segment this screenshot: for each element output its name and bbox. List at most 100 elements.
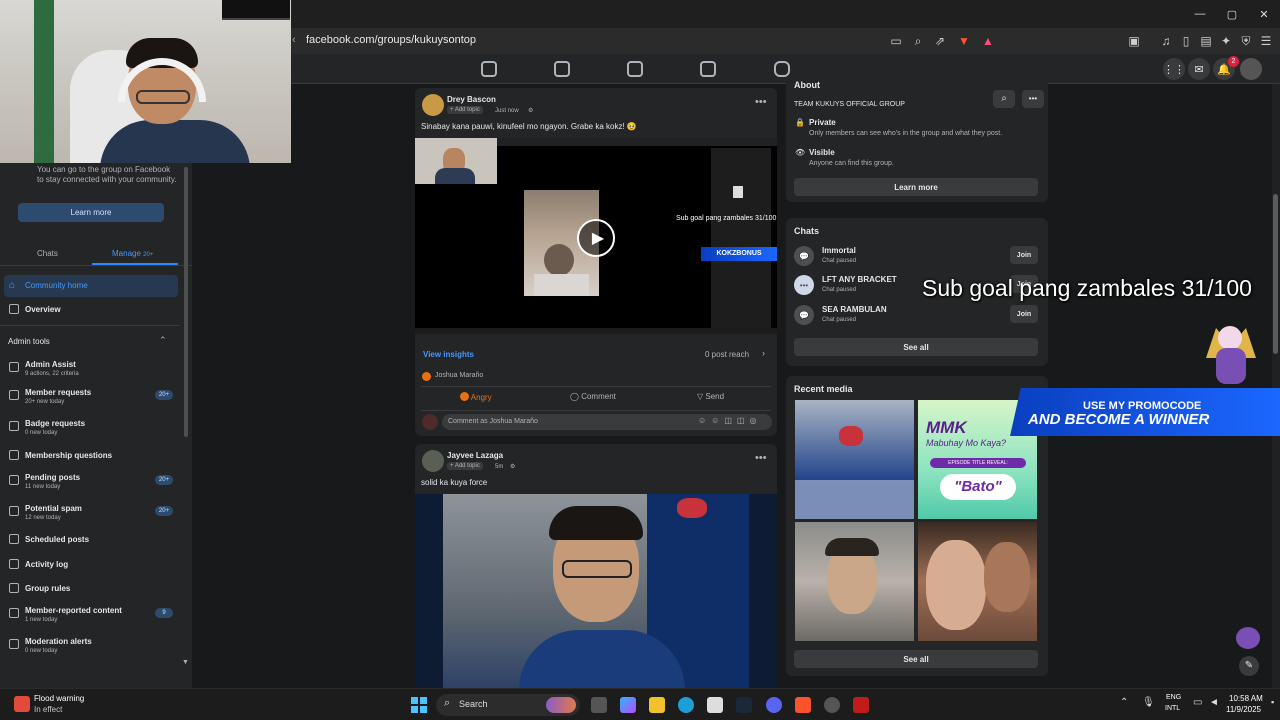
menu-icon[interactable]: ☰	[1257, 32, 1275, 50]
chat-row[interactable]: 💬 Immortal Chat paused Join	[794, 242, 1038, 270]
reactor-name[interactable]: Joshua Maraño	[435, 372, 483, 379]
add-topic-button[interactable]: + Add topic	[447, 106, 483, 114]
screen-icon[interactable]: ▭	[887, 32, 905, 50]
comment-input[interactable]: Comment as Joshua Maraño ☺☺◫◫◎	[442, 414, 772, 430]
add-topic-button[interactable]: + Add topic	[447, 462, 483, 470]
windows-start-icon[interactable]	[411, 697, 427, 713]
steam-icon[interactable]	[736, 697, 752, 713]
leo-icon[interactable]: ✦	[1217, 32, 1235, 50]
sidebar-item-activity-log[interactable]: Activity log	[0, 554, 180, 576]
sidebar-item-member-requests[interactable]: Member requests 20+ new today 20+	[0, 385, 180, 407]
weather-title[interactable]: Flood warning	[34, 694, 84, 703]
search-icon[interactable]: ⌕	[993, 90, 1015, 108]
close-window-button[interactable]: ✕	[1248, 0, 1280, 28]
discord-icon[interactable]	[766, 697, 782, 713]
comment-button[interactable]: ◯ Comment	[570, 392, 616, 401]
file-explorer-icon[interactable]	[649, 697, 665, 713]
post-time[interactable]: Just now	[495, 108, 519, 114]
sidebar-item-member-reported-content[interactable]: Member-reported content 1 new today 9	[0, 603, 180, 625]
chat-row[interactable]: 💬 SEA RAMBULAN Chat paused Join	[794, 301, 1038, 329]
chevron-up-icon[interactable]: ⌃	[1120, 697, 1128, 708]
notification-center-icon[interactable]: ▪	[1271, 697, 1274, 707]
sidebar-scrollbar[interactable]	[184, 167, 188, 437]
learn-more-button[interactable]: Learn more	[794, 178, 1038, 196]
url-field[interactable]: facebook.com/groups/kukuysontop	[306, 34, 476, 46]
tab-manage[interactable]: Manage 20+	[112, 249, 153, 258]
sidebar-item-potential-spam[interactable]: Potential spam 12 new today 20+	[0, 501, 180, 523]
media-thumbnail[interactable]	[795, 400, 914, 519]
sidebar-item-scheduled-posts[interactable]: Scheduled posts	[0, 529, 180, 551]
post-more-icon[interactable]: •••	[755, 452, 767, 464]
taskbar-search[interactable]: ⌕ Search	[436, 694, 580, 716]
task-view-icon[interactable]	[591, 697, 607, 713]
view-insights-link[interactable]: View insights	[423, 350, 474, 359]
comment-tools-icon[interactable]: ☺☺◫◫◎	[698, 416, 761, 425]
join-chat-button[interactable]: Join	[1010, 305, 1038, 323]
post-video[interactable]: ▶ Sub goal pang zambales 31/100 KOKZBONU…	[415, 138, 777, 334]
panel-icon[interactable]: ▯	[1177, 32, 1195, 50]
wallet-icon[interactable]: ▤	[1197, 32, 1215, 50]
groups-icon[interactable]	[700, 61, 716, 77]
post-more-icon[interactable]: •••	[755, 96, 767, 108]
tab-chats[interactable]: Chats	[37, 249, 58, 258]
language-label[interactable]: ENG	[1166, 694, 1181, 701]
see-all-media-button[interactable]: See all	[794, 650, 1038, 668]
maximize-button[interactable]: ▢	[1216, 0, 1248, 28]
profile-avatar[interactable]	[1240, 58, 1262, 80]
page-info-icon[interactable]: ‹	[292, 34, 296, 46]
author-avatar[interactable]	[422, 94, 444, 116]
home-icon[interactable]	[481, 61, 497, 77]
video-icon[interactable]	[554, 61, 570, 77]
join-chat-button[interactable]: Join	[1010, 246, 1038, 264]
angry-button[interactable]: Angry	[460, 392, 492, 402]
network-icon[interactable]: ▭	[1193, 697, 1202, 708]
sidebar-item-membership-questions[interactable]: Membership questions	[0, 445, 180, 467]
sidebar-item-overview[interactable]: Overview	[0, 299, 180, 321]
copilot-icon[interactable]	[620, 697, 636, 713]
share-icon[interactable]: ⇗	[931, 32, 949, 50]
send-button[interactable]: ▽ Send	[697, 392, 724, 401]
brave-icon[interactable]	[795, 697, 811, 713]
volume-icon[interactable]: ◄	[1209, 697, 1219, 708]
edge-icon[interactable]	[678, 697, 694, 713]
minimize-button[interactable]: —	[1184, 0, 1216, 28]
post-author[interactable]: Drey Bascon	[447, 95, 496, 104]
music-icon[interactable]: ♫	[1157, 32, 1175, 50]
media-thumbnail[interactable]	[918, 522, 1037, 641]
sidebar-item-admin-assist[interactable]: Admin Assist 9 actions, 22 criteria	[0, 357, 180, 379]
sidebar-item-moderation-alerts[interactable]: Moderation alerts 0 new today	[0, 634, 180, 656]
admin-tools-header[interactable]: Admin tools ⌃	[0, 333, 180, 355]
post-author[interactable]: Jayvee Lazaga	[447, 451, 503, 460]
post-time[interactable]: 5m	[495, 464, 503, 470]
keyboard-layout-label[interactable]: INTL	[1165, 705, 1180, 712]
weather-warning-icon[interactable]	[14, 696, 30, 712]
sidebar-item-community-home[interactable]: ⌂ Community home	[4, 275, 178, 297]
post-photo[interactable]	[415, 494, 777, 694]
brave-shield-icon[interactable]: ▼	[955, 32, 973, 50]
apps-menu-icon[interactable]: ⋮⋮	[1163, 58, 1185, 80]
see-all-chats-button[interactable]: See all	[794, 338, 1038, 356]
messenger-icon[interactable]: ✉	[1188, 58, 1210, 80]
app-icon[interactable]	[853, 697, 869, 713]
clock-time[interactable]: 10:58 AM	[1229, 694, 1263, 703]
media-thumbnail[interactable]	[795, 522, 914, 641]
learn-more-button[interactable]: Learn more	[18, 203, 164, 222]
vpn-icon[interactable]: ⛨	[1237, 32, 1255, 50]
scroll-down-icon[interactable]: ▼	[182, 659, 189, 666]
rewards-icon[interactable]: ▲	[979, 32, 997, 50]
microphone-icon[interactable]: 🎙	[1142, 697, 1155, 708]
post-reach[interactable]: 0 post reach	[705, 350, 749, 359]
sidebar-item-group-rules[interactable]: Group rules	[0, 578, 180, 600]
sidebar-toggle-icon[interactable]: ▣	[1125, 32, 1143, 50]
marketplace-icon[interactable]	[627, 61, 643, 77]
more-options-icon[interactable]: •••	[1022, 90, 1044, 108]
obs-icon[interactable]	[824, 697, 840, 713]
author-avatar[interactable]	[422, 450, 444, 472]
store-icon[interactable]	[707, 697, 723, 713]
clock-date[interactable]: 11/9/2025	[1226, 705, 1261, 714]
weather-subtitle[interactable]: In effect	[34, 705, 62, 714]
sidebar-item-badge-requests[interactable]: Badge requests 0 new today	[0, 416, 180, 438]
play-icon[interactable]: ▶	[577, 219, 615, 257]
sidebar-item-pending-posts[interactable]: Pending posts 11 new today 20+	[0, 470, 180, 492]
compose-message-icon[interactable]: ✎	[1239, 656, 1259, 676]
